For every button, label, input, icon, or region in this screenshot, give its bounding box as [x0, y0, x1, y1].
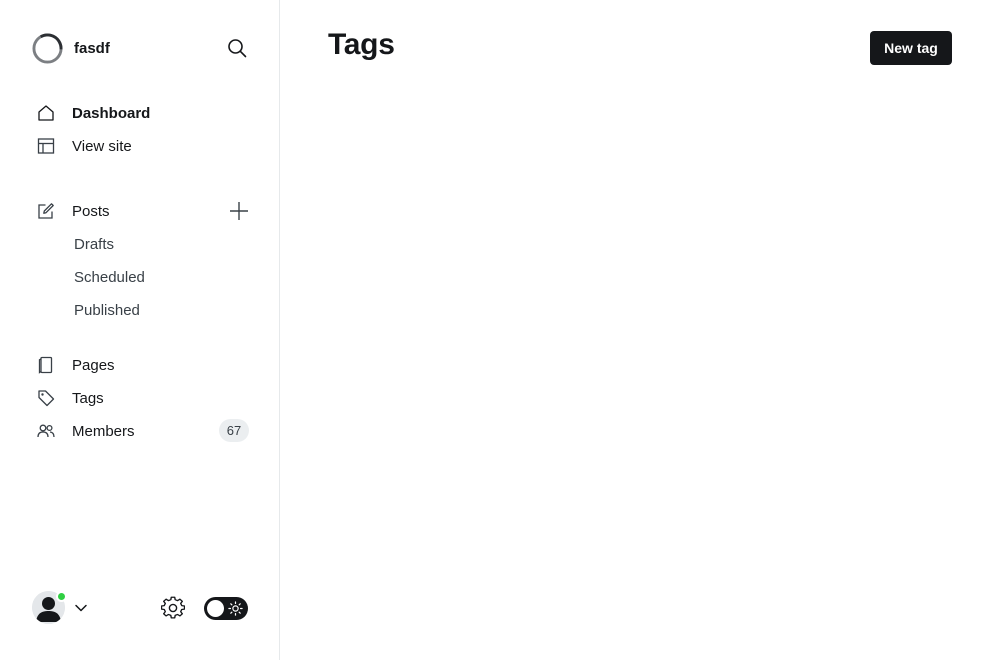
sidebar-item-label: Members: [72, 422, 135, 440]
site-name: fasdf: [74, 39, 110, 57]
page-icon: [36, 355, 56, 375]
home-icon: [36, 103, 56, 123]
main-content: Tags New tag: [280, 0, 1000, 660]
plus-icon: [230, 202, 248, 220]
sidebar-item-published[interactable]: Published: [74, 297, 140, 323]
sidebar-item-label: View site: [72, 137, 132, 155]
chevron-down-icon: [75, 604, 87, 612]
sidebar-item-tags[interactable]: Tags: [36, 384, 250, 412]
sidebar: fasdf Dashboard View site Posts Drafts S…: [0, 0, 280, 660]
layout-icon: [36, 136, 56, 156]
search-button[interactable]: [224, 35, 250, 61]
new-tag-button[interactable]: New tag: [870, 31, 952, 65]
new-post-button[interactable]: [227, 199, 251, 223]
site-brand[interactable]: fasdf: [32, 32, 110, 64]
settings-button[interactable]: [160, 596, 186, 620]
sidebar-item-posts[interactable]: Posts: [36, 197, 216, 225]
sidebar-item-members[interactable]: Members: [36, 417, 216, 445]
sidebar-item-drafts[interactable]: Drafts: [74, 231, 114, 257]
search-icon: [228, 39, 247, 58]
sidebar-item-scheduled[interactable]: Scheduled: [74, 264, 145, 290]
sidebar-item-dashboard[interactable]: Dashboard: [36, 99, 250, 127]
sidebar-item-label: Dashboard: [72, 104, 151, 122]
sidebar-item-label: Tags: [72, 389, 104, 407]
site-logo-icon: [32, 32, 63, 64]
gear-icon: [160, 596, 186, 619]
edit-icon: [36, 201, 56, 221]
toggle-knob: [207, 600, 224, 617]
members-count-badge: 67: [219, 419, 249, 442]
sidebar-item-label: Pages: [72, 356, 115, 374]
online-status-indicator: [56, 591, 67, 602]
page-title: Tags: [328, 28, 395, 61]
sidebar-item-view-site[interactable]: View site: [36, 132, 250, 160]
sidebar-item-pages[interactable]: Pages: [36, 351, 250, 379]
sun-icon: [228, 601, 243, 616]
sidebar-item-label: Posts: [72, 202, 110, 220]
user-menu-button[interactable]: [32, 591, 90, 625]
members-icon: [36, 421, 56, 441]
tag-icon: [36, 388, 56, 408]
theme-toggle[interactable]: [204, 597, 248, 620]
